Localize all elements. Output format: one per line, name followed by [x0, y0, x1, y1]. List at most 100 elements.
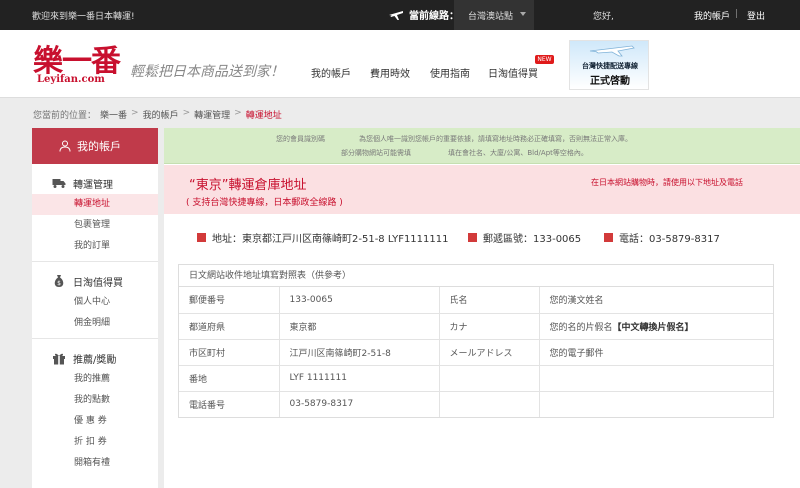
bullet-square-icon [197, 233, 206, 242]
truck-icon [52, 179, 66, 188]
logout-link[interactable]: 登出 [747, 9, 765, 22]
table-cell [439, 390, 540, 417]
nav-fees[interactable]: 費用時效 [370, 65, 410, 80]
welcome-text: 歡迎來到樂一番日本轉運! [32, 12, 135, 22]
table-cell [539, 364, 773, 391]
sidebar-group-label: 推薦/獎勵 [73, 354, 117, 366]
nav-guide[interactable]: 使用指南 [430, 65, 470, 80]
kana-hint: 您的名的片假名 [549, 322, 613, 333]
breadcrumb-current: 轉運地址 [245, 111, 282, 121]
sidebar-group-rewards: 推薦/獎勵 [32, 347, 158, 369]
airplane-icon [389, 11, 403, 20]
table-cell: カナ [439, 312, 540, 339]
sidebar-group-deals: $ 日淘值得買 [32, 270, 158, 292]
table-row: 電話番号 03-5879-8317 [179, 390, 773, 417]
table-cell: 您的名的片假名【中文轉換片假名】 [539, 312, 773, 339]
gift-icon [53, 353, 65, 365]
warehouse-address-text: 地址：東京都江戸川区南篠崎町2-51-8 LYF1111111 [212, 234, 449, 245]
notice-line-2a: 部分購物網站可能需填 [341, 149, 411, 157]
sidebar-header[interactable]: 我的帳戶 [32, 128, 158, 164]
chevron-down-icon [520, 12, 526, 16]
airplane-icon [589, 45, 635, 57]
route-dropdown[interactable]: 台灣澳站點 [454, 0, 534, 30]
sidebar-item-packages[interactable]: 包裹管理 [32, 215, 158, 236]
table-cell: 133-0065 [279, 287, 440, 313]
sidebar-item-referrals[interactable]: 我的推薦 [32, 369, 158, 390]
sidebar-item-points[interactable]: 我的點數 [32, 390, 158, 411]
sidebar-group-label: 轉運管理 [73, 179, 113, 191]
top-account-link[interactable]: 我的帳戶 [694, 9, 730, 22]
sidebar-divider [32, 338, 158, 339]
user-icon [59, 140, 71, 152]
sidebar-title: 我的帳戶 [77, 140, 121, 153]
route-label: 當前線路： [409, 10, 459, 22]
warehouse-subtitle: ( 支持台灣快捷專線，日本郵政全線路 ) [186, 198, 343, 208]
table-caption: 日文網站收件地址填寫對照表（供參考） [179, 265, 773, 287]
table-cell: 番地 [179, 364, 280, 391]
breadcrumb-transit[interactable]: 轉運管理 [194, 108, 230, 121]
greeting-text: 您好, [593, 12, 614, 22]
site-header: 樂一番 Leyifan.com 輕鬆把日本商品送到家！ 我的帳戶 費用時效 使用… [0, 30, 800, 98]
table-cell: 郵便番号 [179, 287, 280, 313]
table-cell [439, 364, 540, 391]
table-cell: LYF 1111111 [279, 364, 440, 391]
sidebar-item-transit-address[interactable]: 轉運地址 [32, 194, 158, 215]
breadcrumb: 您當前的位置： 樂一番 > 我的帳戶 > 轉運管理 > 轉運地址 [33, 108, 282, 121]
table-cell: 江戸川区南篠崎町2-51-8 [279, 338, 440, 365]
sidebar-item-commission[interactable]: 佣金明細 [32, 313, 158, 334]
breadcrumb-sep: > [182, 108, 191, 118]
address-reference-table: 日文網站收件地址填寫對照表（供參考） 郵便番号 133-0065 氏名 您的漢文… [178, 264, 774, 418]
table-cell: 03-5879-8317 [279, 390, 440, 417]
top-bar: 歡迎來到樂一番日本轉運! 當前線路： 台灣澳站點 您好, 我的帳戶 | 登出 [0, 0, 800, 30]
table-cell [539, 390, 773, 417]
table-row: 都道府県 東京都 カナ 您的名的片假名【中文轉換片假名】 [179, 312, 773, 339]
notice-line-1b: 為您個人唯一識別您帳戶的重要依據，請填寫地址時務必正確填寫，否則無法正常入庫。 [359, 135, 632, 143]
sidebar-item-discounts[interactable]: 折 扣 券 [32, 432, 158, 453]
table-row: 郵便番号 133-0065 氏名 您的漢文姓名 [179, 287, 773, 313]
route-dropdown-value: 台灣澳站點 [468, 12, 514, 22]
main-content: 您的會員識別碼 為您個人唯一識別您帳戶的重要依據，請填寫地址時務必正確填寫，否則… [164, 128, 800, 488]
sidebar-item-unboxing[interactable]: 開箱有禮 [32, 453, 158, 474]
reference-table: 郵便番号 133-0065 氏名 您的漢文姓名 都道府県 東京都 カナ 您的名的… [179, 287, 773, 417]
notice-line-2b: 填在會社名、大廈/公寓、Bld/Apt等空格內。 [448, 149, 588, 157]
breadcrumb-prefix: 您當前的位置： [33, 111, 97, 121]
table-cell: 氏名 [439, 287, 540, 313]
money-bag-icon: $ [54, 275, 64, 287]
breadcrumb-account[interactable]: 我的帳戶 [143, 108, 179, 121]
sidebar-group-label: 日淘值得買 [73, 277, 123, 289]
logo-domain[interactable]: Leyifan.com [37, 74, 105, 85]
table-row: 市区町村 江戸川区南篠崎町2-51-8 メールアドレス 您的電子郵件 [179, 338, 773, 365]
nav-japan-deals[interactable]: 日淘值得買 [488, 65, 538, 80]
warehouse-address: 地址：東京都江戸川区南篠崎町2-51-8 LYF1111111 [197, 230, 448, 245]
warehouse-title: “東京”轉運倉庫地址 [189, 178, 307, 193]
nav-my-account[interactable]: 我的帳戶 [311, 65, 351, 80]
sidebar-item-coupons[interactable]: 優 惠 券 [32, 411, 158, 432]
banner-line-2: 正式啓動 [590, 76, 630, 87]
sidebar: 我的帳戶 轉運管理 轉運地址 包裹管理 我的訂單 $ 日淘值得買 個人中心 佣金… [32, 128, 158, 488]
table-cell: 東京都 [279, 312, 440, 339]
table-cell: 市区町村 [179, 338, 280, 365]
new-badge: NEW [535, 55, 554, 64]
table-cell: メールアドレス [439, 338, 540, 365]
svg-text:$: $ [57, 280, 61, 287]
table-row: 番地 LYF 1111111 [179, 364, 773, 391]
notice-box: 您的會員識別碼 為您個人唯一識別您帳戶的重要依據，請填寫地址時務必正確填寫，否則… [164, 128, 800, 164]
warehouse-zip-text: 郵遞區號：133-0065 [483, 234, 582, 245]
sidebar-item-orders[interactable]: 我的訂單 [32, 236, 158, 257]
sidebar-divider [32, 261, 158, 262]
warehouse-phone-text: 電話：03-5879-8317 [619, 234, 720, 245]
promo-banner[interactable]: 台灣快捷配送專線 正式啓動 [569, 40, 649, 90]
sidebar-group-transit: 轉運管理 [32, 172, 158, 194]
warehouse-header: “東京”轉運倉庫地址 ( 支持台灣快捷專線，日本郵政全線路 ) 在日本網站購物時… [164, 165, 800, 214]
breadcrumb-home[interactable]: 樂一番 [100, 108, 127, 121]
warehouse-note: 在日本網站購物時，請使用以下地址及電話 [591, 178, 743, 187]
banner-line-1: 台灣快捷配送專線 [582, 62, 638, 70]
breadcrumb-sep: > [131, 108, 139, 118]
route-selector: 當前線路： 台灣澳站點 [388, 0, 534, 30]
table-cell: 都道府県 [179, 312, 280, 339]
kana-convert-link[interactable]: 【中文轉換片假名】 [613, 323, 694, 333]
breadcrumb-sep: > [234, 108, 242, 118]
sidebar-item-profile[interactable]: 個人中心 [32, 292, 158, 313]
table-cell: 電話番号 [179, 390, 280, 417]
notice-line-1a: 您的會員識別碼 [276, 135, 325, 143]
